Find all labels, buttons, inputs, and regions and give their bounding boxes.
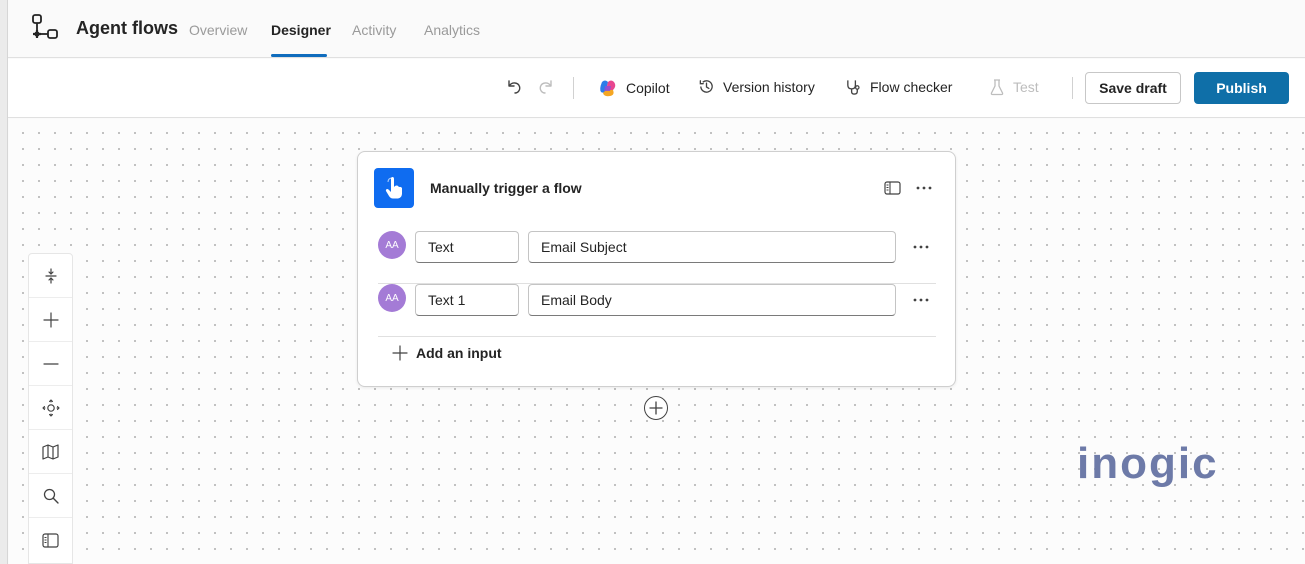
row-more-button[interactable] [911, 237, 931, 257]
undo-button[interactable] [505, 78, 523, 96]
minimap-icon [42, 443, 59, 460]
more-icon [916, 186, 932, 190]
agent-flow-icon [32, 14, 58, 39]
save-draft-button[interactable]: Save draft [1085, 72, 1181, 104]
header: Agent flows Overview Designer Activity A… [8, 0, 1305, 58]
panel-icon [883, 181, 901, 195]
redo-button[interactable] [537, 78, 555, 96]
copilot-icon [600, 80, 616, 97]
input-name-field[interactable]: Email Body [528, 284, 896, 316]
zoom-out-icon [42, 362, 59, 365]
input-type-field[interactable]: Text [415, 231, 519, 263]
fit-height-button[interactable] [29, 254, 72, 298]
center-icon [41, 398, 60, 417]
input-row: AA Text 1 Email Body [378, 284, 936, 337]
toolbar-separator [1072, 77, 1073, 99]
version-history-button[interactable]: Version history [698, 78, 815, 95]
zoom-in-button[interactable] [29, 298, 72, 342]
tab-activity[interactable]: Activity [352, 22, 396, 38]
test-button[interactable]: Test [989, 78, 1039, 96]
manual-trigger-icon [374, 168, 414, 208]
add-step-button[interactable] [644, 396, 668, 420]
publish-button[interactable]: Publish [1194, 72, 1289, 104]
more-icon [913, 245, 929, 249]
watermark-text: inogic [1077, 439, 1219, 488]
toolbar: Copilot Version history Flow checker Tes… [8, 59, 1305, 118]
test-label: Test [1013, 79, 1039, 95]
panel-toggle-button[interactable] [29, 518, 72, 562]
tab-overview[interactable]: Overview [189, 22, 247, 38]
active-tab-indicator [271, 54, 327, 57]
beaker-icon [990, 79, 1004, 96]
text-type-avatar: AA [378, 284, 406, 312]
flow-checker-button[interactable]: Flow checker [845, 78, 952, 96]
zoom-out-button[interactable] [29, 342, 72, 386]
search-icon [43, 488, 59, 504]
copilot-label: Copilot [626, 80, 670, 96]
fit-height-icon [44, 267, 57, 284]
flow-checker-label: Flow checker [870, 79, 953, 95]
minimap-button[interactable] [29, 430, 72, 474]
input-name-field[interactable]: Email Subject [528, 231, 896, 263]
collapse-panel-button[interactable] [882, 178, 902, 198]
left-rail [0, 0, 8, 564]
plus-icon [649, 401, 663, 415]
app-window: Agent flows Overview Designer Activity A… [0, 0, 1305, 564]
history-icon [699, 80, 713, 93]
plus-icon [392, 345, 408, 361]
canvas-controls [28, 253, 73, 564]
tab-designer[interactable]: Designer [271, 22, 331, 38]
undo-icon [508, 80, 521, 94]
trigger-title: Manually trigger a flow [430, 180, 582, 196]
add-input-label: Add an input [416, 345, 502, 361]
input-row: AA Text Email Subject [378, 231, 936, 284]
card-more-button[interactable] [914, 178, 934, 198]
tab-analytics[interactable]: Analytics [424, 22, 480, 38]
inogic-watermark-logo: inogic [1077, 439, 1219, 488]
stethoscope-icon [847, 80, 860, 95]
more-icon [913, 298, 929, 302]
center-view-button[interactable] [29, 386, 72, 430]
toolbar-separator [573, 77, 574, 99]
copilot-button[interactable]: Copilot [598, 78, 670, 98]
row-more-button[interactable] [911, 290, 931, 310]
redo-icon [539, 80, 552, 94]
input-type-field[interactable]: Text 1 [415, 284, 519, 316]
add-input-button[interactable]: Add an input [392, 345, 502, 361]
panel-icon [42, 532, 59, 548]
zoom-in-icon [42, 311, 59, 328]
trigger-card[interactable]: Manually trigger a flow AA Text Email Su… [357, 151, 956, 387]
text-type-avatar: AA [378, 231, 406, 259]
search-button[interactable] [29, 474, 72, 518]
app-title: Agent flows [76, 18, 178, 38]
version-history-label: Version history [723, 78, 815, 95]
